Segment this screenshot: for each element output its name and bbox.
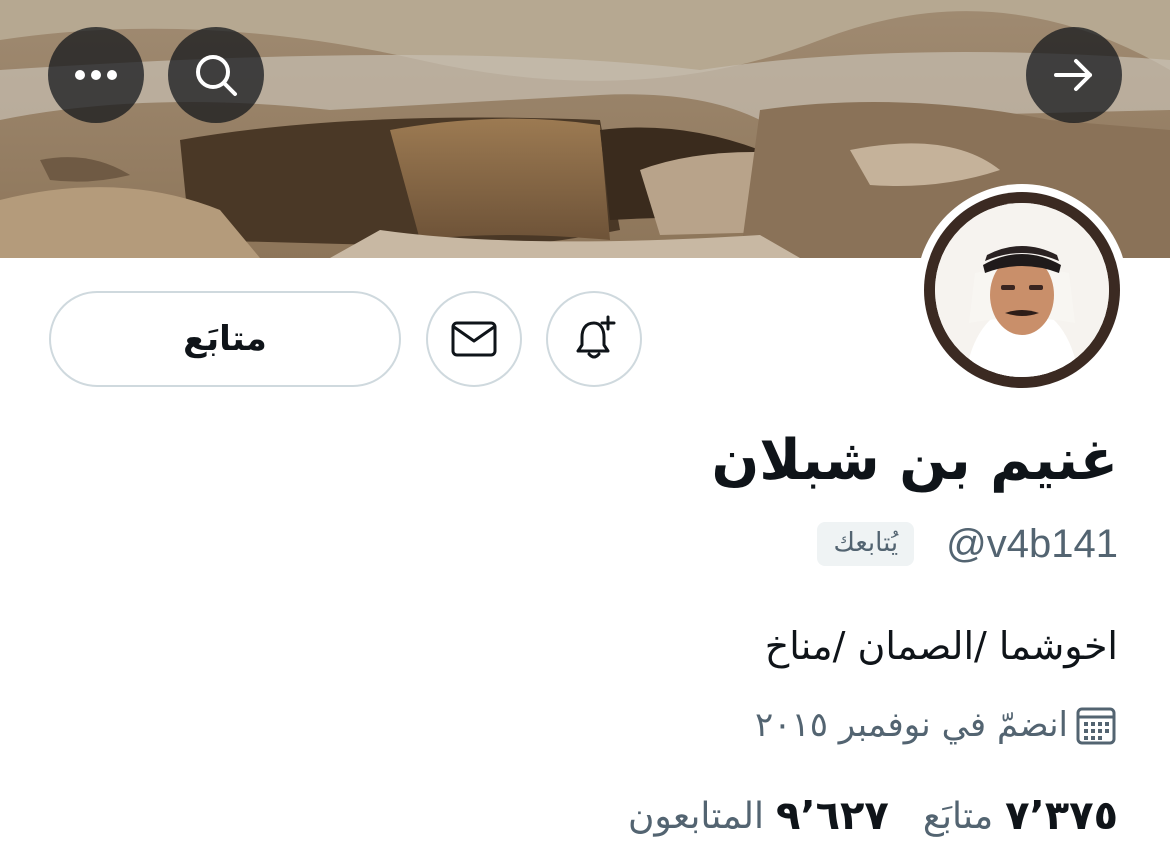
- joined-date: انضمّ في نوفمبر ٢٠١٥: [755, 698, 1118, 752]
- arrow-right-icon: [1054, 59, 1092, 91]
- following-button[interactable]: متابَع: [49, 291, 401, 387]
- following-count: ٧٬٣٧٥: [1005, 793, 1118, 839]
- profile-handle: @v4b141: [946, 521, 1118, 566]
- bell-plus-icon: [576, 315, 616, 359]
- stats-row: ٧٬٣٧٥ متابَع ٩٬٦٢٧ المتابعون: [628, 786, 1118, 846]
- followers-label: المتابعون: [627, 795, 764, 837]
- followers-count: ٩٬٦٢٧: [775, 793, 889, 839]
- follows-you-badge: يُتابعك: [817, 522, 915, 566]
- profile-name: غنيم بن شبلان: [711, 428, 1118, 493]
- following-stat[interactable]: ٧٬٣٧٥ متابَع: [923, 793, 1118, 839]
- handle-row: يُتابعك @v4b141: [817, 516, 1118, 572]
- more-button[interactable]: [48, 27, 144, 123]
- message-button[interactable]: [426, 291, 522, 387]
- calendar-icon: [1076, 707, 1116, 745]
- following-button-label: متابَع: [183, 319, 267, 359]
- avatar-photo: [935, 203, 1109, 377]
- following-label: متابَع: [922, 795, 994, 837]
- avatar[interactable]: [916, 184, 1128, 396]
- back-button[interactable]: [1026, 27, 1122, 123]
- joined-text: انضمّ في نوفمبر ٢٠١٥: [754, 705, 1068, 745]
- search-button[interactable]: [168, 27, 264, 123]
- notifications-button[interactable]: [546, 291, 642, 387]
- more-horizontal-icon: [75, 70, 117, 80]
- mail-icon: [451, 321, 497, 357]
- search-icon: [196, 55, 237, 96]
- followers-stat[interactable]: ٩٬٦٢٧ المتابعون: [628, 793, 889, 839]
- profile-bio: اخوشما /الصمان /مناخ: [764, 624, 1118, 668]
- avatar-ring: [924, 192, 1120, 388]
